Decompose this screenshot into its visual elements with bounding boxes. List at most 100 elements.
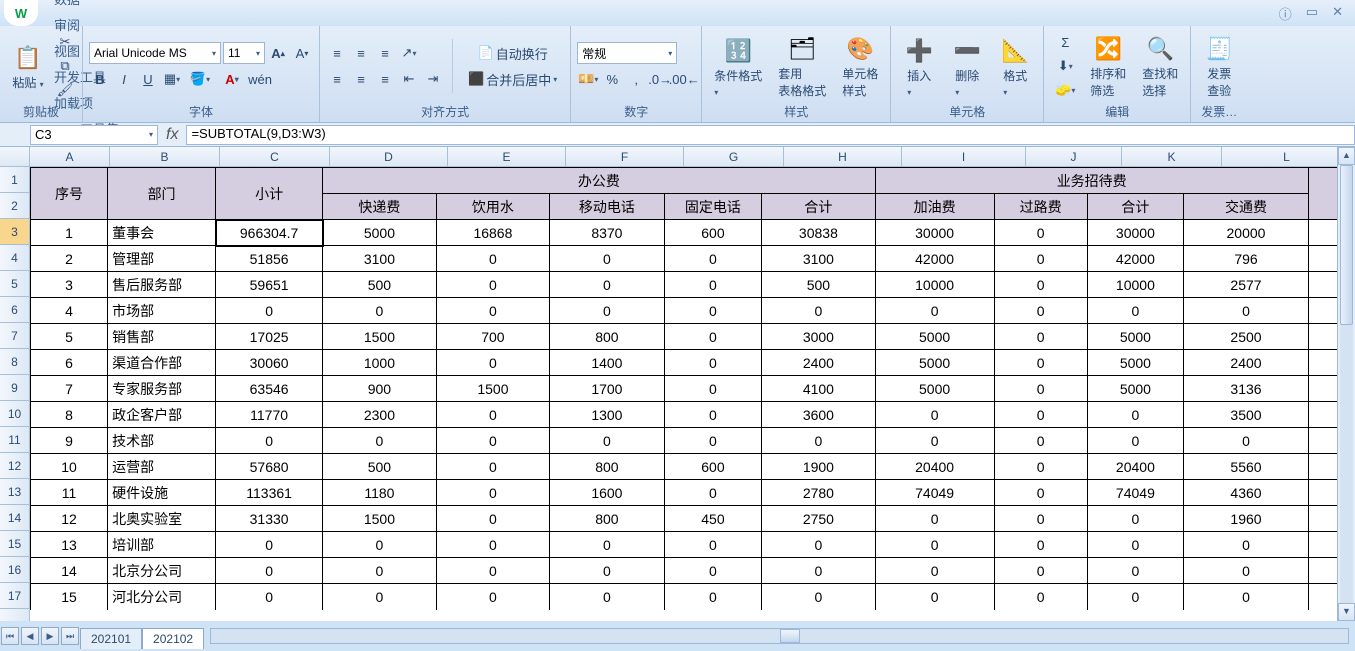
delete-cells-button[interactable]: ➖删除▾: [945, 31, 989, 102]
phonetic-button[interactable]: wén: [249, 68, 271, 90]
cell[interactable]: 技术部: [108, 428, 216, 454]
name-box[interactable]: C3▾: [30, 125, 158, 145]
cell[interactable]: 培训部: [108, 532, 216, 558]
vertical-scrollbar[interactable]: ▲ ▼: [1337, 147, 1355, 621]
cell[interactable]: 董事会: [108, 220, 216, 246]
col-header-F[interactable]: F: [566, 147, 684, 167]
cell[interactable]: 11: [31, 480, 108, 506]
col-header-K[interactable]: K: [1122, 147, 1222, 167]
font-name-select[interactable]: Arial Unicode MS▾: [89, 42, 221, 64]
table-row[interactable]: 8政企客户部11770230001300036000003500: [31, 402, 1338, 428]
cell[interactable]: 0: [436, 480, 550, 506]
cell[interactable]: 0: [664, 532, 762, 558]
hdr-subtotal[interactable]: 小计: [216, 168, 323, 220]
cell[interactable]: 11770: [216, 402, 323, 428]
fill-color-button[interactable]: 🪣▾: [185, 68, 215, 90]
sheet-tab-202102[interactable]: 202102: [142, 628, 204, 649]
cell[interactable]: 0: [550, 584, 664, 610]
sub-header[interactable]: 合计: [762, 194, 875, 220]
row-header-14[interactable]: 14: [0, 505, 29, 531]
sub-header[interactable]: 饮用水: [436, 194, 550, 220]
cell[interactable]: 0: [1087, 428, 1184, 454]
row-header-10[interactable]: 10: [0, 401, 29, 427]
cell[interactable]: 10000: [875, 272, 994, 298]
cell[interactable]: 0: [216, 558, 323, 584]
scroll-up-button[interactable]: ▲: [1338, 147, 1355, 165]
decrease-decimal-button[interactable]: .00←: [673, 68, 695, 90]
cell[interactable]: 0: [1087, 402, 1184, 428]
cell[interactable]: 0: [216, 584, 323, 610]
cell[interactable]: 0: [550, 558, 664, 584]
insert-cells-button[interactable]: ➕插入▾: [897, 31, 941, 102]
bold-button[interactable]: B: [89, 68, 111, 90]
fx-icon[interactable]: fx: [158, 126, 186, 144]
table-row[interactable]: 9技术部0000000000: [31, 428, 1338, 454]
cell[interactable]: 2: [31, 246, 108, 272]
cell[interactable]: 0: [1087, 532, 1184, 558]
cell[interactable]: 0: [436, 532, 550, 558]
cell[interactable]: 河北分公司: [108, 584, 216, 610]
cell[interactable]: 0: [323, 428, 437, 454]
cell[interactable]: 14: [31, 558, 108, 584]
col-header-E[interactable]: E: [448, 147, 566, 167]
cell-styles-button[interactable]: 🎨单元格 样式: [836, 29, 884, 103]
cell[interactable]: 2400: [762, 350, 875, 376]
decrease-font-button[interactable]: A▾: [291, 42, 313, 64]
cell[interactable]: 0: [664, 584, 762, 610]
row-header-12[interactable]: 12: [0, 453, 29, 479]
cell[interactable]: 0: [875, 532, 994, 558]
align-top-button[interactable]: ≡: [326, 42, 348, 64]
cell[interactable]: 800: [550, 454, 664, 480]
cell[interactable]: 0: [994, 428, 1087, 454]
cell[interactable]: 0: [436, 402, 550, 428]
cell[interactable]: 0: [436, 454, 550, 480]
cell[interactable]: 51856: [216, 246, 323, 272]
sub-header[interactable]: 快递费: [323, 194, 437, 220]
cell[interactable]: 渠道合作部: [108, 350, 216, 376]
table-row[interactable]: 5销售部170251500700800030005000050002500: [31, 324, 1338, 350]
cell[interactable]: 30000: [875, 220, 994, 246]
cell[interactable]: 0: [875, 558, 994, 584]
cell[interactable]: 0: [550, 246, 664, 272]
app-logo[interactable]: W: [4, 0, 38, 26]
cell[interactable]: 1500: [436, 376, 550, 402]
cell[interactable]: 硬件设施: [108, 480, 216, 506]
percent-button[interactable]: %: [601, 68, 623, 90]
cell[interactable]: 1180: [323, 480, 437, 506]
cell[interactable]: 0: [994, 376, 1087, 402]
row-header-4[interactable]: 4: [0, 245, 29, 271]
table-row[interactable]: 12北奥实验室313301500080045027500001960: [31, 506, 1338, 532]
cell[interactable]: 5000: [1087, 350, 1184, 376]
row-header-3[interactable]: 3: [0, 219, 29, 245]
cell[interactable]: 4360: [1184, 480, 1309, 506]
cell[interactable]: 800: [550, 506, 664, 532]
cell[interactable]: 3000: [762, 324, 875, 350]
cell[interactable]: 0: [436, 298, 550, 324]
table-row[interactable]: 15河北分公司0000000000: [31, 584, 1338, 610]
col-header-A[interactable]: A: [30, 147, 110, 167]
cell[interactable]: 57680: [216, 454, 323, 480]
autosum-button[interactable]: Σ: [1050, 31, 1080, 53]
cell[interactable]: 800: [550, 324, 664, 350]
cell[interactable]: 0: [994, 402, 1087, 428]
cell[interactable]: 0: [436, 558, 550, 584]
cell[interactable]: 3136: [1184, 376, 1309, 402]
cell[interactable]: 0: [1087, 506, 1184, 532]
cell[interactable]: 2500: [1184, 324, 1309, 350]
cell[interactable]: 0: [664, 324, 762, 350]
cell[interactable]: 2577: [1184, 272, 1309, 298]
cell[interactable]: 0: [994, 532, 1087, 558]
sub-header[interactable]: 过路费: [994, 194, 1087, 220]
cell[interactable]: 0: [550, 428, 664, 454]
cell[interactable]: 5000: [1087, 376, 1184, 402]
table-row[interactable]: 1董事会966304.75000168688370600308383000003…: [31, 220, 1338, 246]
cell[interactable]: 0: [216, 532, 323, 558]
formula-input[interactable]: =SUBTOTAL(9,D3:W3): [186, 125, 1355, 145]
cell[interactable]: 0: [664, 376, 762, 402]
col-header-C[interactable]: C: [220, 147, 330, 167]
cell[interactable]: 10: [31, 454, 108, 480]
table-row[interactable]: 6渠道合作部30060100001400024005000050002400: [31, 350, 1338, 376]
cell[interactable]: 0: [994, 246, 1087, 272]
conditional-format-button[interactable]: 🔢条件格式▾: [708, 31, 768, 102]
font-color-button[interactable]: A▾: [217, 68, 247, 90]
